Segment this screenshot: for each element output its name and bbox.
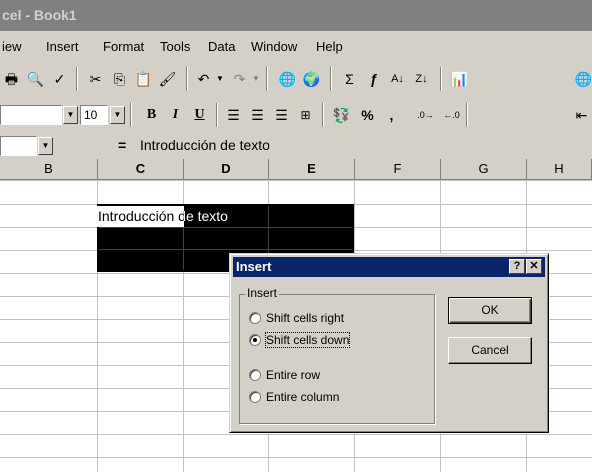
- print-preview-icon[interactable]: 🔍: [24, 68, 47, 90]
- column-header-d[interactable]: D: [184, 159, 269, 180]
- formula-content[interactable]: Introducción de texto: [140, 137, 270, 153]
- radio-shift-cells-right[interactable]: [249, 312, 261, 324]
- format-painter-icon[interactable]: 🖌: [156, 68, 179, 90]
- window-title: cel - Book1: [2, 7, 77, 23]
- percent-button[interactable]: %: [356, 104, 379, 126]
- cell-text: Introducción de texto: [98, 208, 184, 224]
- standard-toolbar: 🖶 🔍 ✓ ✂ ⎘ 📋 🖌 ↶ ▼ ↷ ▼ 🌐 🌍 Σ ƒ A↓ Z↓ 📊 🌐: [0, 61, 592, 97]
- option-entire-column[interactable]: Entire column: [249, 390, 339, 404]
- align-center-icon[interactable]: ☰: [246, 104, 269, 126]
- font-size-dropdown-icon[interactable]: ▼: [110, 106, 125, 124]
- cancel-button[interactable]: Cancel: [448, 337, 532, 364]
- menu-view[interactable]: iew: [2, 39, 22, 54]
- radio-entire-column[interactable]: [249, 391, 261, 403]
- menu-insert[interactable]: Insert: [46, 39, 79, 54]
- help-button[interactable]: ?: [509, 259, 525, 274]
- undo-dropdown-icon[interactable]: ▼: [214, 68, 226, 90]
- undo-icon[interactable]: ↶: [192, 68, 215, 90]
- help-icon: ?: [513, 260, 521, 272]
- paste-function-icon[interactable]: ƒ: [362, 68, 385, 90]
- redo-icon[interactable]: ↷: [228, 68, 251, 90]
- dialog-title: Insert: [236, 259, 272, 274]
- sort-descending-icon[interactable]: Z↓: [410, 68, 433, 90]
- align-left-icon[interactable]: ☰: [222, 104, 245, 126]
- insert-hyperlink-icon[interactable]: 🌐: [276, 68, 299, 90]
- align-right-icon[interactable]: ☰: [270, 104, 293, 126]
- option-entire-row[interactable]: Entire row: [249, 368, 320, 382]
- option-label: Entire row: [266, 368, 321, 382]
- option-label: Entire column: [266, 390, 340, 404]
- name-box[interactable]: [0, 136, 37, 156]
- menu-format[interactable]: Format: [103, 39, 144, 54]
- radio-shift-cells-down[interactable]: [249, 334, 261, 346]
- option-shift-cells-down[interactable]: Shift cells down: [249, 332, 351, 348]
- copy-icon[interactable]: ⎘: [108, 68, 131, 90]
- sort-ascending-icon[interactable]: A↓: [386, 68, 409, 90]
- underline-button[interactable]: U: [188, 104, 211, 126]
- autosum-icon[interactable]: Σ: [338, 68, 361, 90]
- name-box-dropdown-icon[interactable]: ▼: [38, 137, 53, 155]
- decrease-indent-icon[interactable]: ⇤: [570, 104, 592, 126]
- comma-style-button[interactable]: ,: [380, 104, 403, 126]
- column-header-e[interactable]: E: [269, 159, 355, 180]
- font-name-dropdown-icon[interactable]: ▼: [63, 106, 78, 124]
- column-header-c[interactable]: C: [98, 159, 184, 180]
- decrease-decimal-icon[interactable]: ←.0: [440, 104, 463, 126]
- column-header-g[interactable]: G: [441, 159, 527, 180]
- column-header-h[interactable]: H: [527, 159, 592, 180]
- menu-tools[interactable]: Tools: [160, 39, 190, 54]
- option-label: Shift cells down: [264, 332, 351, 348]
- column-header-f[interactable]: F: [355, 159, 441, 180]
- increase-decimal-icon[interactable]: .0→: [414, 104, 437, 126]
- radio-entire-row[interactable]: [249, 369, 261, 381]
- chart-wizard-icon[interactable]: 📊: [448, 68, 471, 90]
- font-size-value: 10: [84, 108, 98, 122]
- font-size-combo[interactable]: 10: [80, 105, 108, 125]
- close-icon: ✕: [529, 260, 539, 272]
- map-icon[interactable]: 🌐: [572, 68, 592, 90]
- ok-button[interactable]: OK: [448, 297, 532, 324]
- italic-button[interactable]: I: [164, 104, 187, 126]
- font-name-combo[interactable]: [0, 105, 62, 125]
- menu-data[interactable]: Data: [208, 39, 235, 54]
- menu-bar: iew Insert Format Tools Data Window Help: [0, 31, 592, 61]
- window-title-bar[interactable]: cel - Book1: [0, 0, 592, 31]
- menu-help[interactable]: Help: [316, 39, 343, 54]
- menu-window[interactable]: Window: [251, 39, 297, 54]
- group-label: Insert: [245, 286, 280, 300]
- web-toolbar-icon[interactable]: 🌍: [300, 68, 323, 90]
- print-icon[interactable]: 🖶: [0, 68, 23, 90]
- insert-dialog: Insert ? ✕ Insert Shift cells right Shif…: [229, 253, 549, 433]
- formula-equals-sign: =: [118, 137, 127, 153]
- paste-icon[interactable]: 📋: [132, 68, 155, 90]
- formula-bar: ▼ = Introducción de texto: [0, 133, 592, 159]
- option-label: Shift cells right: [266, 311, 345, 325]
- currency-icon[interactable]: 💱: [330, 104, 353, 126]
- close-button[interactable]: ✕: [526, 259, 542, 274]
- bold-button[interactable]: B: [140, 104, 163, 126]
- dialog-title-bar[interactable]: Insert ? ✕: [233, 257, 545, 277]
- formatting-toolbar: ▼ 10 ▼ B I U ☰ ☰ ☰ ⊞ 💱 % , .0→ ←.0 ⇤: [0, 97, 592, 133]
- cut-icon[interactable]: ✂: [84, 68, 107, 90]
- merge-center-icon[interactable]: ⊞: [294, 104, 317, 126]
- column-header-b[interactable]: B: [0, 159, 98, 180]
- option-shift-cells-right[interactable]: Shift cells right: [249, 311, 344, 325]
- spelling-icon[interactable]: ✓: [48, 68, 71, 90]
- redo-dropdown-icon[interactable]: ▼: [250, 68, 262, 90]
